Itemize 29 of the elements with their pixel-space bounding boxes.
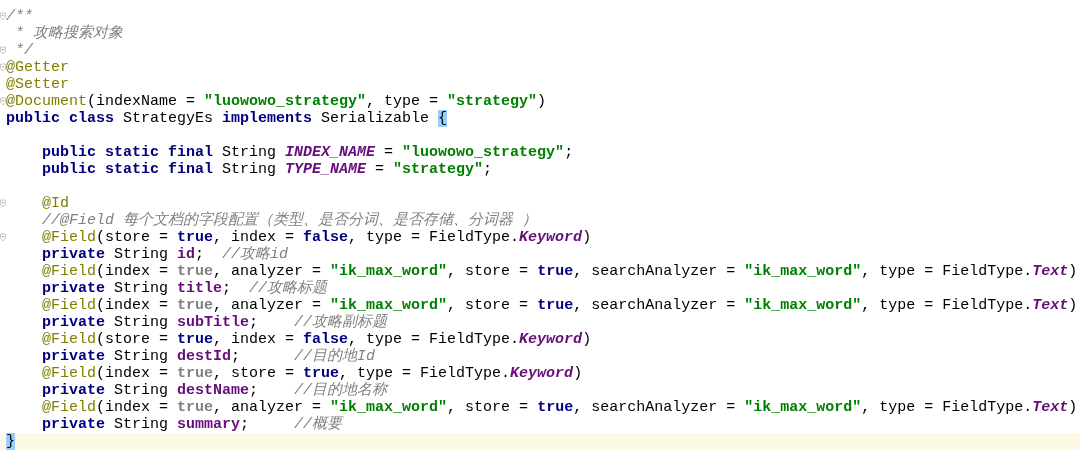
code-line: @Field(index = true, store = true, type = FieldType.Keyword) <box>41 365 583 382</box>
code-line: @Field(store = true, index = false, type = FieldType.Keyword) <box>41 331 592 348</box>
code-line: public class StrategyEs implements Serializable { <box>6 110 448 127</box>
fold-icon[interactable] <box>0 97 6 106</box>
fold-icon[interactable] <box>0 199 6 208</box>
code-line: @Field(index = true, analyzer = "ik_max_word", store = true, searchAnalyzer = "ik_max_word", type = FieldType.Text) <box>41 263 1078 280</box>
code-line: private String destId; //目的地Id <box>41 348 376 365</box>
code-line: @Setter <box>6 76 69 93</box>
fold-icon[interactable] <box>0 12 6 21</box>
code-line: @Id <box>41 195 69 212</box>
code-line: */ <box>14 42 33 59</box>
code-line: //@Field 每个文档的字段配置（类型、是否分词、是否存储、分词器 ） <box>41 212 538 229</box>
code-line: @Document(indexName = "luowowo_strategy", type = "strategy") <box>6 93 547 110</box>
code-line: private String destName; //目的地名称 <box>41 382 388 399</box>
code-line: private String id; //攻略id <box>41 246 289 263</box>
code-line: private String subTitle; //攻略副标题 <box>41 314 388 331</box>
code-line: private String summary; //概要 <box>41 416 343 433</box>
code-line: @Getter <box>6 59 69 76</box>
fold-icon[interactable] <box>0 233 6 242</box>
fold-icon[interactable] <box>0 63 6 72</box>
code-line: @Field(index = true, analyzer = "ik_max_word", store = true, searchAnalyzer = "ik_max_word", type = FieldType.Text) <box>41 297 1078 314</box>
code-line: @Field(store = true, index = false, type = FieldType.Keyword) <box>41 229 592 246</box>
code-line: public static final String INDEX_NAME = "luowowo_strategy"; <box>41 144 574 161</box>
fold-icon[interactable] <box>0 46 6 55</box>
code-line: @Field(index = true, analyzer = "ik_max_word", store = true, searchAnalyzer = "ik_max_word", type = FieldType.Text) <box>41 399 1078 416</box>
code-line: /** <box>6 8 33 25</box>
code-line: public static final String TYPE_NAME = "strategy"; <box>41 161 493 178</box>
code-line: private String title; //攻略标题 <box>41 280 328 297</box>
code-line: * 攻略搜索对象 <box>14 25 123 42</box>
